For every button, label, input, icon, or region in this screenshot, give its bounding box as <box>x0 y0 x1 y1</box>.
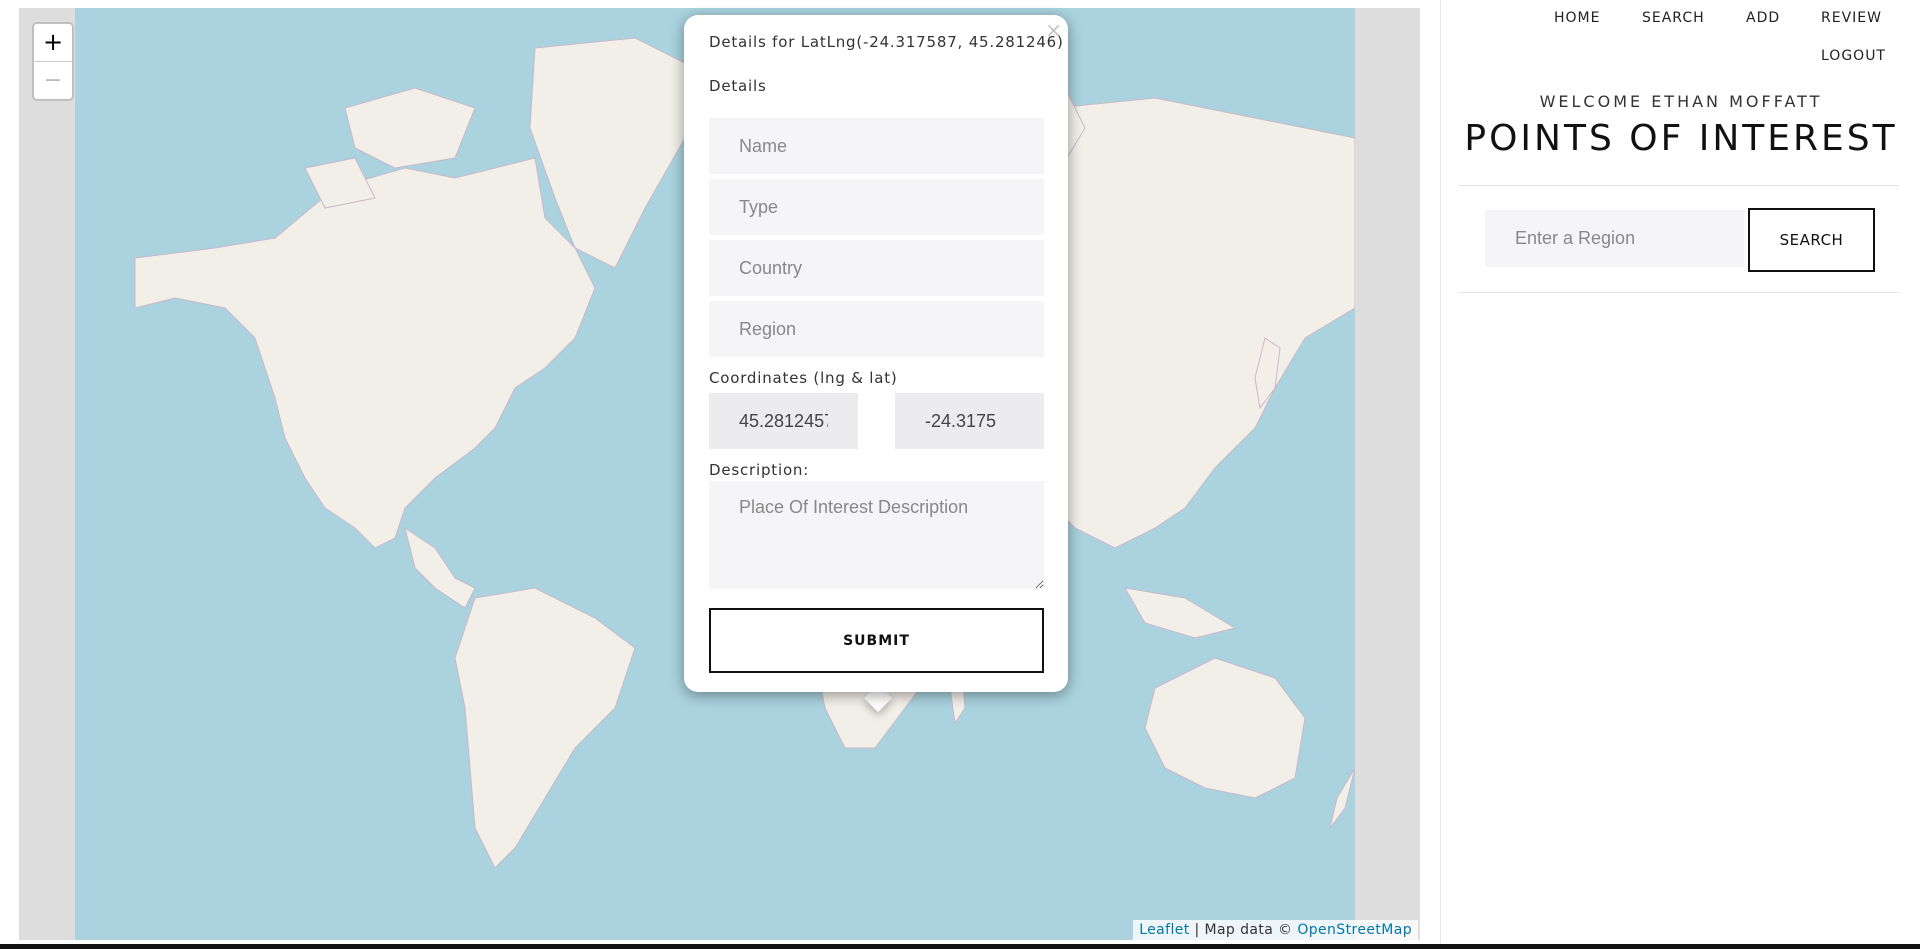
poi-details-popup: × Details for LatLng(-24.317587, 45.2812… <box>684 15 1068 692</box>
name-field[interactable] <box>709 118 1044 174</box>
coordinates-label: Coordinates (lng & lat) <box>709 369 898 387</box>
region-field[interactable] <box>709 301 1044 357</box>
region-search-input[interactable] <box>1485 210 1745 267</box>
nav-home[interactable]: HOME <box>1554 10 1600 26</box>
nav-search[interactable]: SEARCH <box>1642 10 1705 26</box>
attribution-separator: | Map data © <box>1189 922 1298 938</box>
divider <box>1459 292 1899 293</box>
zoom-control: + − <box>32 22 74 101</box>
bottom-edge <box>0 944 1920 949</box>
country-field[interactable] <box>709 240 1044 296</box>
search-button[interactable]: SEARCH <box>1748 208 1875 272</box>
nav-logout[interactable]: LOGOUT <box>1821 48 1886 64</box>
description-field[interactable] <box>709 481 1044 589</box>
zoom-out-button[interactable]: − <box>34 61 72 99</box>
details-label: Details <box>709 77 767 95</box>
nav-review[interactable]: REVIEW <box>1821 10 1882 26</box>
openstreetmap-link[interactable]: OpenStreetMap <box>1297 922 1412 938</box>
divider <box>1459 185 1899 186</box>
nav-add[interactable]: ADD <box>1746 10 1780 26</box>
description-label: Description: <box>709 461 810 479</box>
latitude-field[interactable] <box>895 393 1044 449</box>
map-attribution: Leaflet | Map data © OpenStreetMap <box>1133 920 1418 940</box>
leaflet-link[interactable]: Leaflet <box>1139 922 1189 938</box>
welcome-message: WELCOME ETHAN MOFFATT <box>1539 92 1823 111</box>
page-title: POINTS OF INTEREST <box>1464 118 1898 159</box>
popup-title: Details for LatLng(-24.317587, 45.281246… <box>709 33 1064 51</box>
submit-button[interactable]: SUBMIT <box>709 608 1044 673</box>
longitude-field[interactable] <box>709 393 858 449</box>
zoom-in-button[interactable]: + <box>34 24 72 61</box>
type-field[interactable] <box>709 179 1044 235</box>
sidebar: HOME SEARCH ADD REVIEW LOGOUT WELCOME ET… <box>1440 0 1920 949</box>
